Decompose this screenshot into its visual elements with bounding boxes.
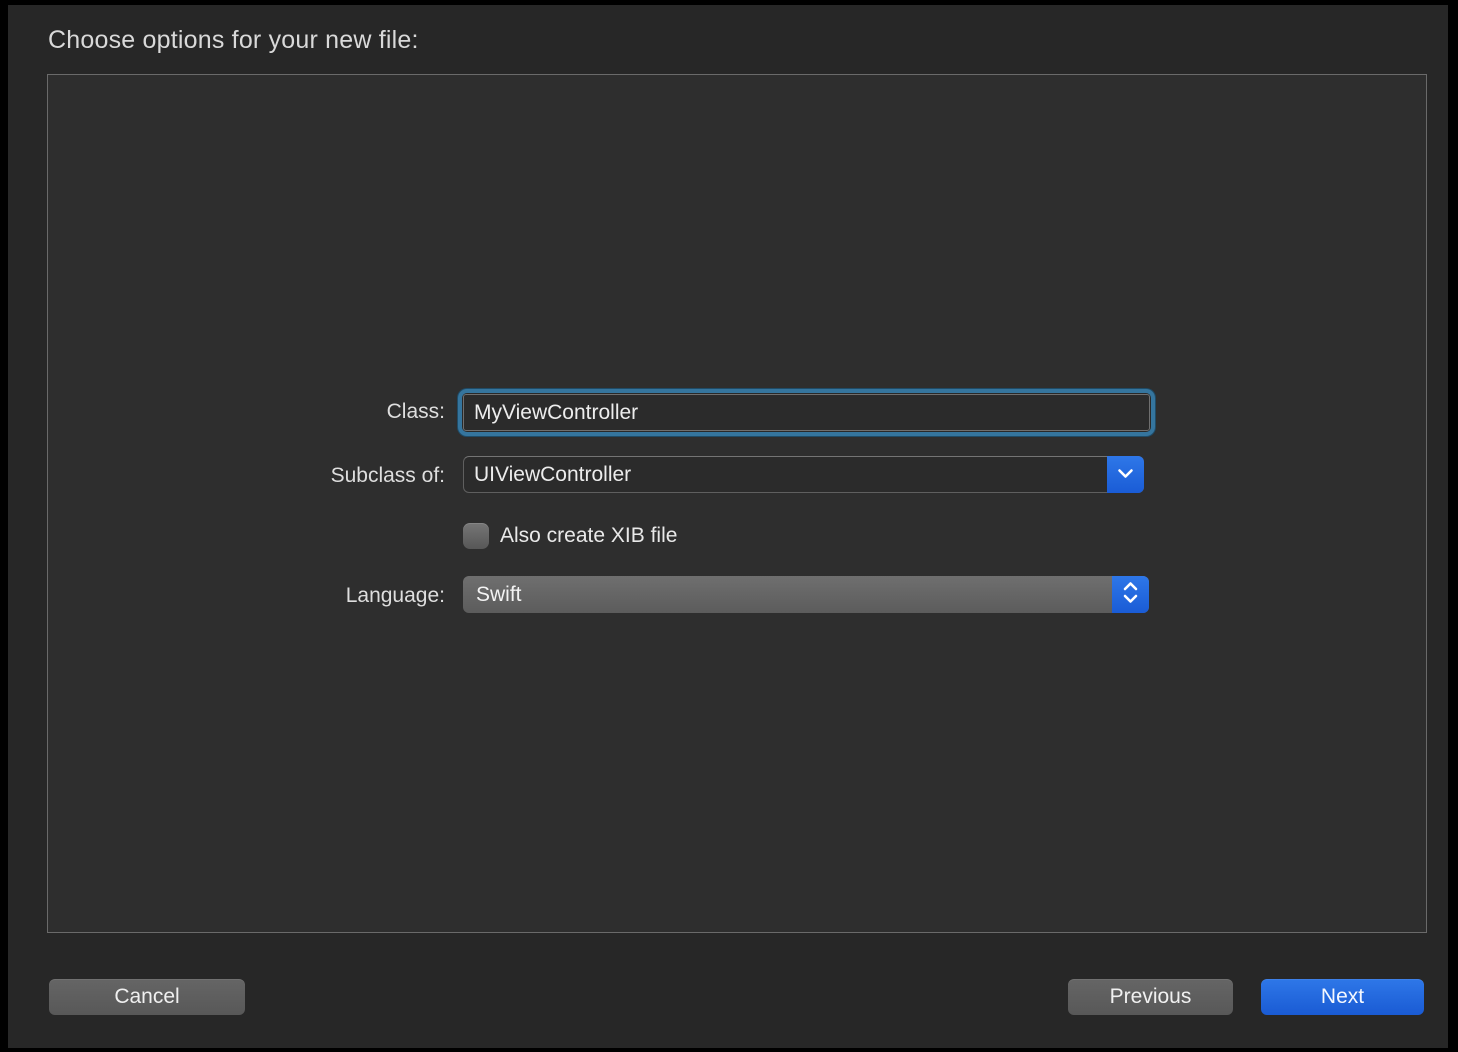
class-field-focus-ring (458, 389, 1155, 436)
language-popup-button[interactable]: Swift (463, 576, 1149, 613)
dialog-title: Choose options for your new file: (48, 26, 419, 55)
language-stepper-button[interactable] (1112, 576, 1149, 613)
subclass-combobox[interactable]: UIViewController (463, 456, 1144, 493)
new-file-options-dialog: Choose options for your new file: Class:… (8, 5, 1448, 1048)
subclass-dropdown-button[interactable] (1107, 456, 1144, 493)
language-label: Language: (168, 582, 445, 610)
subclass-label: Subclass of: (168, 462, 445, 490)
language-value[interactable]: Swift (463, 576, 1112, 613)
options-panel (47, 74, 1427, 933)
previous-button[interactable]: Previous (1068, 979, 1233, 1015)
xib-checkbox-label[interactable]: Also create XIB file (500, 522, 677, 550)
next-button[interactable]: Next (1261, 979, 1424, 1015)
chevron-up-down-icon (1122, 580, 1139, 610)
chevron-down-icon (1117, 466, 1134, 484)
cancel-button[interactable]: Cancel (49, 979, 245, 1015)
class-name-input[interactable] (463, 394, 1150, 431)
class-label: Class: (168, 398, 445, 426)
subclass-value[interactable]: UIViewController (464, 457, 1107, 492)
xib-checkbox[interactable] (463, 523, 489, 549)
